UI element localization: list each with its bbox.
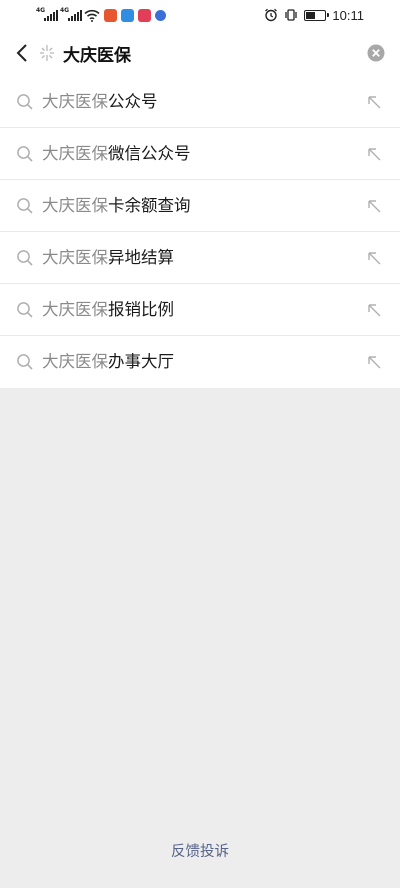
suggestion-item[interactable]: 大庆医保公众号 [0, 76, 400, 128]
fill-query-arrow-icon[interactable] [366, 302, 382, 318]
search-icon [17, 94, 33, 110]
fill-query-arrow-icon[interactable] [366, 146, 382, 162]
suggestion-completion: 微信公众号 [108, 144, 191, 163]
back-button[interactable] [8, 38, 36, 68]
clear-button[interactable] [366, 43, 386, 63]
feedback-link[interactable]: 反馈投诉 [0, 840, 400, 861]
status-right: 10:11 [264, 6, 364, 24]
search-icon [17, 354, 33, 370]
suggestion-completion: 异地结算 [108, 248, 174, 267]
suggestion-item[interactable]: 大庆医保报销比例 [0, 284, 400, 336]
suggestion-list: 大庆医保公众号 大庆医保微信公众号 大庆医保卡余额查询 大庆医保异地结算 大庆医保报销比… [0, 76, 400, 388]
alarm-icon [265, 8, 278, 22]
suggestion-completion: 报销比例 [108, 300, 174, 319]
suggestion-keyword: 大庆医保 [42, 92, 108, 111]
suggestion-text: 大庆医保报销比例 [42, 298, 174, 322]
search-icon [17, 302, 33, 318]
app-notification-icon-2 [121, 8, 134, 22]
fill-query-arrow-icon[interactable] [366, 198, 382, 214]
suggestion-text: 大庆医保卡余额查询 [42, 194, 191, 218]
search-icon [17, 250, 33, 266]
suggestion-item[interactable]: 大庆医保微信公众号 [0, 128, 400, 180]
suggestion-keyword: 大庆医保 [42, 248, 108, 267]
suggestion-keyword: 大庆医保 [42, 300, 108, 319]
fill-query-arrow-icon[interactable] [366, 250, 382, 266]
chevron-left-icon [16, 44, 27, 62]
status-left: 4G 4G [36, 7, 166, 23]
suggestion-item[interactable]: 大庆医保办事大厅 [0, 336, 400, 388]
fill-query-arrow-icon[interactable] [366, 94, 382, 110]
suggestion-text: 大庆医保办事大厅 [42, 350, 174, 374]
app-notification-icon-1 [104, 8, 117, 22]
suggestion-text: 大庆医保公众号 [42, 90, 158, 114]
battery-icon [304, 9, 330, 21]
cellular-signal-icon: 4G [36, 7, 58, 22]
suggestion-text: 大庆医保微信公众号 [42, 142, 191, 166]
sparkle-icon [40, 45, 54, 61]
suggestion-completion: 卡余额查询 [108, 196, 191, 215]
suggestion-item[interactable]: 大庆医保卡余额查询 [0, 180, 400, 232]
suggestion-keyword: 大庆医保 [42, 352, 108, 371]
suggestion-completion: 公众号 [108, 92, 158, 111]
app-notification-icon-3 [138, 8, 151, 22]
suggestion-keyword: 大庆医保 [42, 144, 108, 163]
status-time: 10:11 [332, 7, 364, 23]
search-input[interactable] [63, 39, 343, 67]
search-icon [17, 146, 33, 162]
cellular-signal-icon-2: 4G [60, 7, 82, 22]
search-header [0, 30, 400, 76]
suggestion-text: 大庆医保异地结算 [42, 246, 174, 270]
clear-circle-icon [367, 44, 385, 62]
wifi-icon [84, 9, 100, 22]
app-notification-icon-4 [155, 9, 166, 21]
search-icon [17, 198, 33, 214]
vibrate-icon [285, 9, 298, 21]
fill-query-arrow-icon[interactable] [366, 354, 382, 370]
status-bar: 4G 4G 10:11 [0, 0, 400, 30]
suggestion-keyword: 大庆医保 [42, 196, 108, 215]
suggestion-item[interactable]: 大庆医保异地结算 [0, 232, 400, 284]
suggestion-completion: 办事大厅 [108, 352, 174, 371]
